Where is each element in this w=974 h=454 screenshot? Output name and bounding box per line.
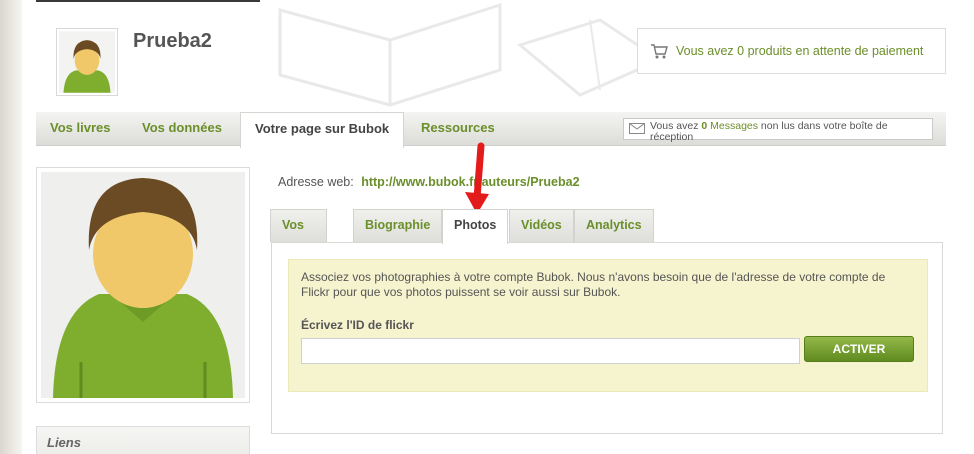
nav-item-votre-page[interactable]: Votre page sur Bubok	[240, 112, 405, 148]
background-books-illustration	[278, 2, 664, 107]
messages-link[interactable]: Messages	[710, 120, 758, 132]
profile-username: Prueba2	[133, 30, 212, 52]
page-edge	[0, 0, 22, 454]
web-address: Adresse web: http://www.bubok.fr/auteurs…	[278, 175, 580, 189]
nav-item-vos-donnees[interactable]: Vos données	[128, 112, 236, 146]
links-section-header: Liens	[36, 426, 250, 454]
web-address-label: Adresse web:	[278, 175, 354, 189]
messages-notice[interactable]: Vous avez 0 Messages non lus dans votre …	[623, 118, 933, 143]
envelope-icon	[629, 123, 645, 134]
avatar-icon	[59, 31, 115, 93]
avatar-illustration-icon	[41, 172, 245, 398]
shopping-cart-icon	[651, 44, 668, 59]
tab-analytics[interactable]: Analytics	[574, 209, 654, 242]
flickr-info-box: Associez vos photographies à votre compt…	[288, 259, 928, 392]
nav-item-vos-livres[interactable]: Vos livres	[36, 112, 124, 146]
pending-payment-notice[interactable]: Vous avez 0 produits en attente de paiem…	[637, 28, 946, 74]
flickr-id-input[interactable]	[301, 338, 800, 364]
photos-panel: Associez vos photographies à votre compt…	[271, 242, 943, 434]
activate-button[interactable]: ACTIVER	[804, 336, 914, 362]
flickr-id-label: Écrivez l'ID de flickr	[301, 318, 414, 332]
flickr-description: Associez vos photographies à votre compt…	[301, 270, 886, 299]
profile-photo	[36, 167, 250, 403]
tab-vos-livres[interactable]: Vos livres	[270, 209, 327, 263]
nav-item-ressources[interactable]: Ressources	[407, 112, 509, 146]
cart-notice-text: Vous avez 0 produits en attente de paiem…	[676, 44, 924, 58]
tab-photos[interactable]: Photos	[442, 209, 509, 244]
red-arrow-annotation-icon	[465, 142, 489, 214]
main-navigation: Vos livres Vos données Votre page sur Bu…	[36, 112, 946, 148]
messages-count: 0	[701, 120, 708, 132]
tab-biographie[interactable]: Biographie	[353, 209, 443, 242]
tab-videos[interactable]: Vidéos	[509, 209, 574, 242]
top-divider	[36, 0, 260, 2]
user-avatar-thumbnail[interactable]	[56, 28, 118, 96]
